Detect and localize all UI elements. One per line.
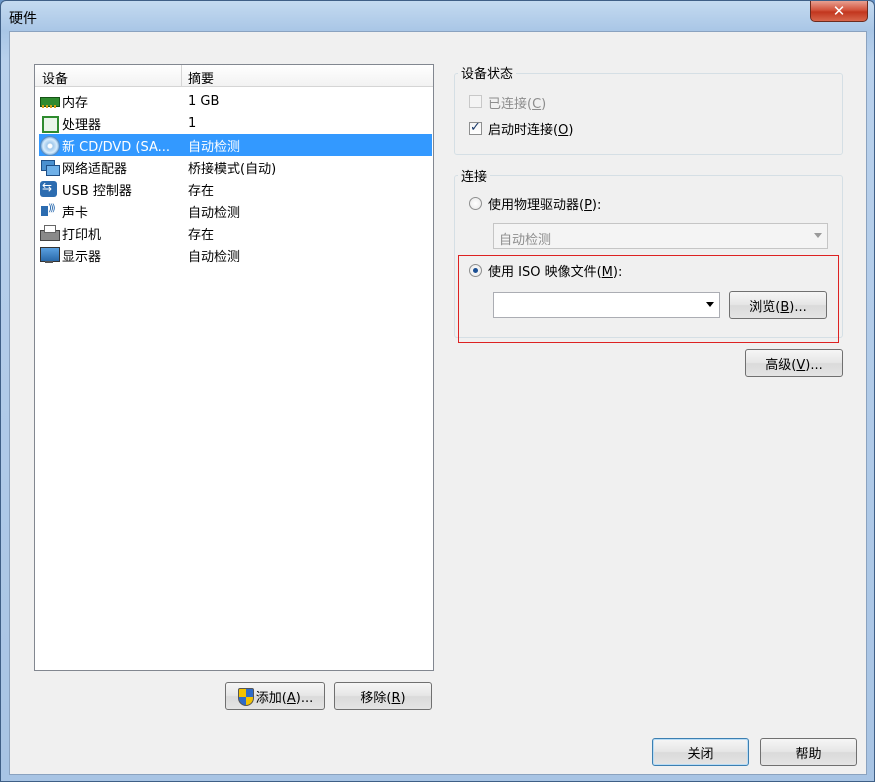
device-name: USB 控制器	[62, 183, 132, 199]
device-name: 显示器	[62, 249, 102, 265]
connection-title: 连接	[458, 166, 491, 185]
advanced-label: 高级(V)...	[765, 357, 823, 373]
physical-drive-value: 自动检测	[499, 233, 552, 248]
device-summary: 存在	[188, 183, 215, 199]
connect-at-power-on-checkbox[interactable]	[469, 120, 482, 135]
processor-icon	[39, 114, 59, 133]
device-row-processor[interactable]: 处理器 1	[35, 112, 433, 134]
device-row-cd-dvd[interactable]: 新 CD/DVD (SA... 自动检测	[35, 134, 433, 156]
chevron-down-icon	[814, 233, 822, 238]
printer-icon	[39, 224, 60, 242]
close-icon: ✕	[832, 2, 846, 20]
connected-label: 已连接(C)	[488, 97, 547, 112]
add-device-button[interactable]: 添加(A)...	[225, 682, 325, 710]
hardware-dialog: 硬件 ✕ 设备 摘要 内存 1 GB 处理器 1 新 CD/DVD (SA...…	[0, 0, 875, 782]
column-header-device[interactable]: 设备	[42, 68, 68, 87]
device-name: 内存	[62, 95, 89, 111]
remove-device-button[interactable]: 移除(R)	[334, 682, 432, 710]
browse-button[interactable]: 浏览(B)...	[729, 291, 827, 319]
device-summary: 自动检测	[183, 134, 432, 156]
browse-label: 浏览(B)...	[749, 299, 807, 315]
device-row-printer[interactable]: 打印机 存在	[35, 222, 433, 244]
physical-drive-select[interactable]: 自动检测	[493, 223, 828, 249]
device-name: 网络适配器	[62, 161, 128, 177]
device-status-title: 设备状态	[458, 63, 517, 82]
column-header-summary[interactable]: 摘要	[188, 68, 214, 87]
device-summary: 自动检测	[188, 249, 241, 265]
uac-shield-icon	[237, 688, 254, 706]
cd-dvd-icon	[39, 136, 60, 156]
column-divider[interactable]	[181, 65, 182, 87]
title-bar[interactable]: 硬件 ✕	[1, 1, 874, 31]
device-name: 声卡	[62, 205, 89, 221]
iso-image-radio[interactable]	[469, 264, 482, 277]
help-button[interactable]: 帮助	[760, 738, 857, 766]
physical-drive-radio[interactable]	[469, 197, 482, 210]
device-list[interactable]: 设备 摘要 内存 1 GB 处理器 1 新 CD/DVD (SA... 自动检测…	[34, 64, 434, 671]
device-row-network-adapter[interactable]: 网络适配器 桥接模式(自动)	[35, 156, 433, 178]
device-row-usb-controller[interactable]: USB 控制器 存在	[35, 178, 433, 200]
list-header: 设备 摘要	[35, 65, 433, 87]
window-title: 硬件	[9, 11, 37, 27]
iso-image-label: 使用 ISO 映像文件(M):	[488, 265, 623, 280]
device-row-sound-card[interactable]: 声卡 自动检测	[35, 200, 433, 222]
close-window-button[interactable]: ✕	[810, 1, 868, 22]
iso-path-combobox[interactable]	[493, 292, 720, 318]
network-adapter-icon	[39, 158, 60, 176]
dialog-client-area: 设备 摘要 内存 1 GB 处理器 1 新 CD/DVD (SA... 自动检测…	[9, 31, 867, 775]
device-row-memory[interactable]: 内存 1 GB	[35, 90, 433, 112]
physical-drive-label: 使用物理驱动器(P):	[488, 198, 602, 213]
device-summary: 自动检测	[188, 205, 241, 221]
chevron-down-icon[interactable]	[706, 302, 714, 307]
device-name: 新 CD/DVD (SA...	[62, 139, 171, 155]
remove-label: 移除(R)	[360, 690, 406, 706]
device-status-group	[454, 73, 843, 155]
usb-icon	[39, 180, 59, 198]
device-summary: 存在	[188, 227, 215, 243]
device-summary: 桥接模式(自动)	[188, 161, 277, 177]
close-button[interactable]: 关闭	[652, 738, 749, 766]
device-name: 打印机	[62, 227, 102, 243]
device-row-display[interactable]: 显示器 自动检测	[35, 244, 433, 266]
device-summary: 1	[188, 115, 197, 131]
device-name: 处理器	[62, 117, 102, 133]
device-summary: 1 GB	[188, 93, 220, 109]
advanced-button[interactable]: 高级(V)...	[745, 349, 843, 377]
sound-card-icon	[39, 202, 59, 220]
memory-icon	[39, 92, 60, 110]
connect-at-power-on-label: 启动时连接(O)	[488, 123, 574, 138]
add-label: 添加(A)...	[255, 690, 314, 706]
connected-checkbox[interactable]	[469, 95, 482, 108]
display-icon	[39, 246, 60, 264]
